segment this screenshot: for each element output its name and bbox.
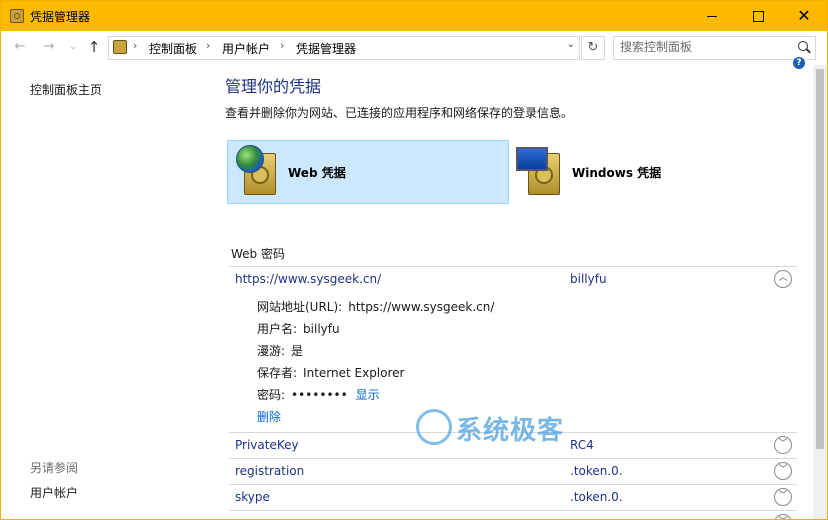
maximize-icon (752, 10, 764, 22)
credential-site[interactable]: registration (235, 464, 304, 478)
address-bar[interactable]: › 控制面板 › 用户帐户 › 凭据管理器 ⌄ (108, 36, 580, 60)
title-bar: 凭据管理器 ✕ (1, 1, 827, 31)
credential-site[interactable]: https://www.sysgeek.cn/ (235, 272, 381, 286)
web-credentials-label: Web 凭据 (288, 166, 346, 180)
user-accounts-link[interactable]: 用户帐户 (30, 484, 78, 501)
expand-chevron-icon[interactable]: ﹀ (774, 436, 792, 454)
up-arrow-icon[interactable]: ↑ (86, 39, 102, 55)
see-also-label: 另请参阅 (30, 461, 79, 475)
vertical-scrollbar[interactable] (813, 65, 827, 519)
credential-row-partial[interactable]: ﹀ (229, 510, 797, 519)
detail-url: 网站地址(URL): https://www.sysgeek.cn/ (257, 300, 495, 314)
search-icon[interactable] (798, 41, 808, 51)
back-arrow-icon[interactable]: ← (12, 39, 28, 55)
control-panel-icon (113, 40, 127, 54)
watermark-logo-icon (416, 409, 452, 445)
web-credentials-tile[interactable]: Web 凭据 (227, 140, 509, 204)
window-title: 凭据管理器 (30, 10, 91, 24)
page-description: 查看并删除你为网站、已连接的应用程序和网络保存的登录信息。 (225, 106, 574, 120)
window: 凭据管理器 ✕ ← → ⌄ ↑ › 控制面板 › 用户帐户 › 凭据管理器 ⌄ … (0, 0, 828, 520)
expand-chevron-icon[interactable]: ﹀ (774, 514, 792, 519)
credential-list: https://www.sysgeek.cn/ billyfu ︿ 网站地址(U… (229, 266, 797, 519)
recent-locations-chevron-icon[interactable]: ⌄ (65, 39, 81, 55)
expand-chevron-icon[interactable]: ﹀ (774, 488, 792, 506)
breadcrumb-separator-icon: › (133, 39, 138, 52)
delete-credential-link[interactable]: 删除 (257, 408, 281, 425)
breadcrumb-separator-icon[interactable]: › (280, 39, 284, 52)
credential-manager-icon (10, 9, 24, 23)
breadcrumb-user-accounts[interactable]: 用户帐户 (222, 40, 270, 57)
detail-username: 用户名: billyfu (257, 322, 340, 336)
credential-user[interactable]: billyfu (570, 272, 607, 286)
left-panel: 控制面板主页 另请参阅 用户帐户 (1, 65, 213, 519)
monitor-icon (516, 147, 548, 171)
globe-icon (236, 145, 264, 173)
forward-arrow-icon[interactable]: → (41, 39, 57, 55)
close-button[interactable]: ✕ (781, 1, 827, 31)
credential-row[interactable]: registration .token.0. ﹀ (229, 458, 797, 484)
credential-site[interactable]: PrivateKey (235, 438, 299, 452)
refresh-button[interactable]: ↻ (581, 36, 605, 60)
maximize-button[interactable] (735, 1, 781, 31)
control-panel-home-link[interactable]: 控制面板主页 (30, 81, 102, 98)
credential-row-expanded[interactable]: https://www.sysgeek.cn/ billyfu ︿ (229, 266, 797, 292)
help-icon[interactable]: ? (793, 57, 805, 69)
minimize-button[interactable] (689, 1, 735, 31)
close-icon: ✕ (797, 6, 811, 25)
watermark-text: 系统极客 (456, 416, 565, 446)
show-password-link[interactable]: 显示 (356, 388, 380, 402)
credential-user[interactable]: .token.0. (570, 464, 623, 478)
minimize-icon (707, 15, 717, 17)
search-input[interactable] (620, 39, 780, 55)
windows-credentials-label: Windows 凭据 (572, 166, 662, 180)
page-title: 管理你的凭据 (225, 77, 322, 96)
section-title: Web 密码 (231, 247, 285, 261)
collapse-chevron-icon[interactable]: ︿ (774, 270, 792, 288)
detail-roaming: 漫游: 是 (257, 344, 304, 358)
refresh-icon: ↻ (587, 40, 599, 55)
credential-row[interactable]: skype .token.0. ﹀ (229, 484, 797, 510)
credential-user[interactable]: .token.0. (570, 490, 623, 504)
breadcrumb-separator-icon[interactable]: › (206, 39, 210, 52)
detail-password: 密码: •••••••• 显示 (257, 388, 380, 402)
windows-credentials-tile[interactable]: Windows 凭据 (511, 140, 793, 204)
breadcrumb-credential-manager[interactable]: 凭据管理器 (296, 40, 356, 57)
scrollbar-thumb[interactable] (816, 69, 824, 449)
credential-user[interactable]: RC4 (570, 438, 594, 452)
navigation-bar: ← → ⌄ ↑ › 控制面板 › 用户帐户 › 凭据管理器 ⌄ ↻ (1, 31, 827, 65)
credential-site[interactable]: skype (235, 490, 270, 504)
main-content: 管理你的凭据 查看并删除你为网站、已连接的应用程序和网络保存的登录信息。 Web… (213, 65, 813, 519)
detail-saved-by: 保存者: Internet Explorer (257, 366, 405, 380)
search-box[interactable] (613, 36, 816, 60)
expand-chevron-icon[interactable]: ﹀ (774, 462, 792, 480)
address-dropdown-icon[interactable]: ⌄ (567, 39, 575, 50)
breadcrumb-control-panel[interactable]: 控制面板 (149, 40, 197, 57)
